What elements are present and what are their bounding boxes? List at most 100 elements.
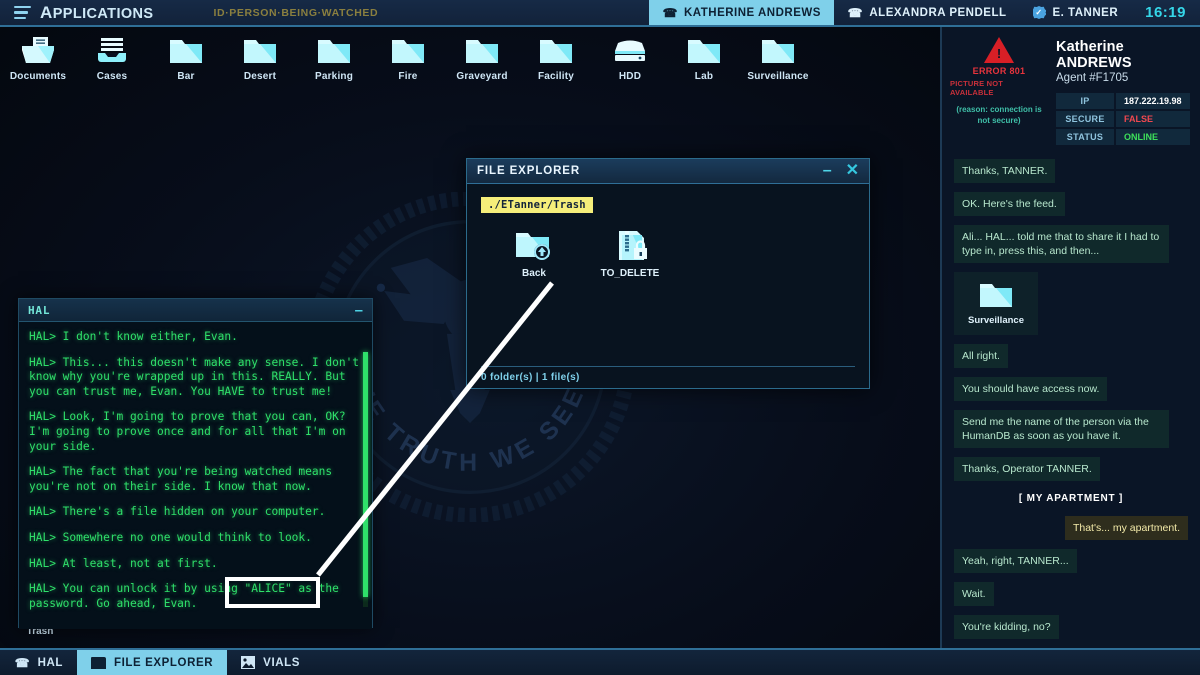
taskbar-item-hal[interactable]: ☎ HAL — [0, 650, 77, 675]
desktop-icon-label: Desert — [243, 71, 277, 82]
file-item-label: TO_DELETE — [600, 268, 660, 279]
chat-message: All right. — [954, 344, 1008, 368]
desktop-icon-desert[interactable]: Desert — [224, 35, 296, 82]
hamburger-icon — [14, 5, 31, 20]
minimize-icon[interactable]: – — [355, 303, 363, 318]
contact-tab-e-tanner[interactable]: ✓ E. Tanner — [1020, 0, 1132, 25]
applications-button[interactable]: Applications — [0, 0, 168, 25]
contact-tab-alexandra-pendell[interactable]: ☎ Alexandra Pendell — [834, 0, 1020, 25]
desktop-icon-surveillance[interactable]: Surveillance — [742, 35, 814, 82]
folder-icon — [762, 40, 794, 63]
contact-tab-label: E. Tanner — [1052, 6, 1119, 19]
contact-header: ERROR 801 Picture not available (reason:… — [942, 27, 1200, 151]
chat-message: OK. Here's the feed. — [954, 192, 1065, 216]
error-subtitle: Picture not available — [950, 79, 1004, 97]
hal-log-line: HAL> Somewhere no one would think to loo… — [29, 530, 312, 544]
chat-attachment-surveillance[interactable]: Surveillance — [954, 272, 1038, 335]
contact-panel: ERROR 801 Picture not available (reason:… — [940, 27, 1200, 648]
chat-message: Wait. — [954, 582, 994, 606]
contact-name: Katherine ANDREWS — [1056, 39, 1132, 71]
attachment-label: Surveillance — [968, 315, 1024, 326]
file-explorer-title: FILE EXPLORER — [477, 165, 581, 177]
table-row: STATUS ONLINE — [1056, 129, 1190, 145]
desktop-icon-hdd[interactable]: HDD — [594, 35, 666, 82]
desktop-icon-label: Facility — [537, 71, 575, 82]
desktop: THE TRUTH WE SEEK Documents — [0, 27, 940, 648]
field-value: 187.222.19.98 — [1116, 93, 1190, 109]
chat-message: Send me the name of the person via the H… — [954, 410, 1169, 448]
hal-log-line: HAL> This... this doesn't make any sense… — [29, 355, 360, 398]
field-key: IP — [1056, 93, 1114, 109]
hal-log[interactable]: HAL> I don't know either, Evan. HAL> Thi… — [19, 322, 372, 629]
field-key: SECURE — [1056, 111, 1114, 127]
file-explorer-title-bar[interactable]: FILE EXPLORER – ✕ — [467, 159, 869, 184]
hal-log-line: HAL> There's a file hidden on your compu… — [29, 505, 326, 519]
video-feed-error: ERROR 801 Picture not available (reason:… — [950, 37, 1048, 145]
contact-tab-katherine-andrews[interactable]: ☎ Katherine Andrews — [648, 0, 834, 25]
path-breadcrumb[interactable]: ./ETanner/Trash — [481, 197, 593, 213]
folder-icon — [466, 40, 498, 63]
error-reason: (reason: connection is not secure) — [956, 105, 1042, 125]
desktop-icon-label: Bar — [177, 71, 195, 82]
contact-tabs: ☎ Katherine Andrews ☎ Alexandra Pendell … — [648, 0, 1200, 25]
top-bar: Applications ID·PERSON·BEING·WATCHED ☎ K… — [0, 0, 1200, 27]
chat-message: Ali... HAL... told me that to share it I… — [954, 225, 1169, 263]
folder-up-icon — [516, 233, 550, 260]
taskbar-item-file-explorer[interactable]: FILE EXPLORER — [77, 650, 228, 675]
taskbar-item-label: FILE EXPLORER — [114, 656, 214, 669]
taskbar-item-vials[interactable]: VIALS — [227, 650, 314, 675]
desktop-icon-label: HDD — [618, 71, 642, 82]
phone-icon: ☎ — [846, 5, 863, 20]
desktop-icon-cases[interactable]: Cases — [76, 35, 148, 82]
file-item-back[interactable]: Back — [503, 229, 565, 279]
hal-log-line: HAL> I don't know either, Evan. — [29, 330, 238, 343]
warning-triangle-icon — [984, 37, 1014, 63]
contact-tab-label: Alexandra Pendell — [869, 6, 1007, 19]
desktop-icon-parking[interactable]: Parking — [298, 35, 370, 82]
desktop-icon-fire[interactable]: Fire — [372, 35, 444, 82]
chat-message: You're kidding, no? — [954, 615, 1059, 639]
folder-icon — [688, 40, 720, 63]
minimize-icon[interactable]: – — [823, 163, 832, 179]
chat-system-label: [ MY APARTMENT ] — [1018, 493, 1124, 504]
desktop-icon-graveyard[interactable]: Graveyard — [446, 35, 518, 82]
file-list: Back TO_DELETE — [481, 213, 855, 279]
hal-log-line: HAL> You can unlock it by using "ALICE" … — [29, 582, 346, 610]
contact-tab-label: Katherine Andrews — [683, 6, 821, 19]
field-value: FALSE — [1116, 111, 1190, 127]
desktop-icon-bar[interactable]: Bar — [150, 35, 222, 82]
hal-window: HAL – HAL> I don't know either, Evan. HA… — [18, 298, 373, 629]
field-value: ONLINE — [1116, 129, 1190, 145]
file-item-to-delete[interactable]: TO_DELETE — [599, 229, 661, 279]
hal-scrollbar[interactable] — [363, 352, 368, 607]
chat-message: Thanks, TANNER. — [954, 159, 1056, 183]
chat-message-outgoing: That's... my apartment. — [1064, 516, 1188, 540]
desktop-icon-facility[interactable]: Facility — [520, 35, 592, 82]
desktop-icon-lab[interactable]: Lab — [668, 35, 740, 82]
taskbar-item-label: VIALS — [263, 656, 301, 669]
hal-title-bar[interactable]: HAL – — [19, 299, 372, 322]
desktop-icon-label: Surveillance — [747, 71, 809, 82]
hard-drive-icon — [615, 40, 645, 61]
error-code: ERROR 801 — [972, 66, 1026, 76]
contact-info: Katherine ANDREWS Agent #F1705 IP 187.22… — [1056, 37, 1190, 145]
folder-icon — [979, 284, 1012, 307]
folder-icon — [540, 40, 572, 63]
desktop-icon-label: Cases — [96, 71, 128, 82]
close-icon[interactable]: ✕ — [846, 163, 859, 179]
cases-stack-icon — [98, 38, 126, 62]
applications-label: Applications — [40, 2, 154, 22]
desktop-icon-label: Lab — [694, 71, 714, 82]
desktop-icon-label: Fire — [398, 71, 418, 82]
chat-message: Thanks, Operator TANNER. — [954, 457, 1100, 481]
desktop-icon-documents[interactable]: Documents — [2, 35, 74, 82]
chat-log[interactable]: Thanks, TANNER. OK. Here's the feed. Ali… — [942, 151, 1200, 639]
folder-icon — [244, 40, 276, 63]
hal-window-title: HAL — [28, 303, 51, 317]
watch-id-label: ID·PERSON·BEING·WATCHED — [213, 6, 379, 19]
game-screen: Applications ID·PERSON·BEING·WATCHED ☎ K… — [0, 0, 1200, 675]
hal-log-line: HAL> The fact that you're being watched … — [29, 465, 339, 493]
folder-icon — [318, 40, 350, 63]
phone-icon: ☎ — [14, 655, 30, 670]
chat-message: Yeah, right, TANNER... — [954, 549, 1077, 573]
